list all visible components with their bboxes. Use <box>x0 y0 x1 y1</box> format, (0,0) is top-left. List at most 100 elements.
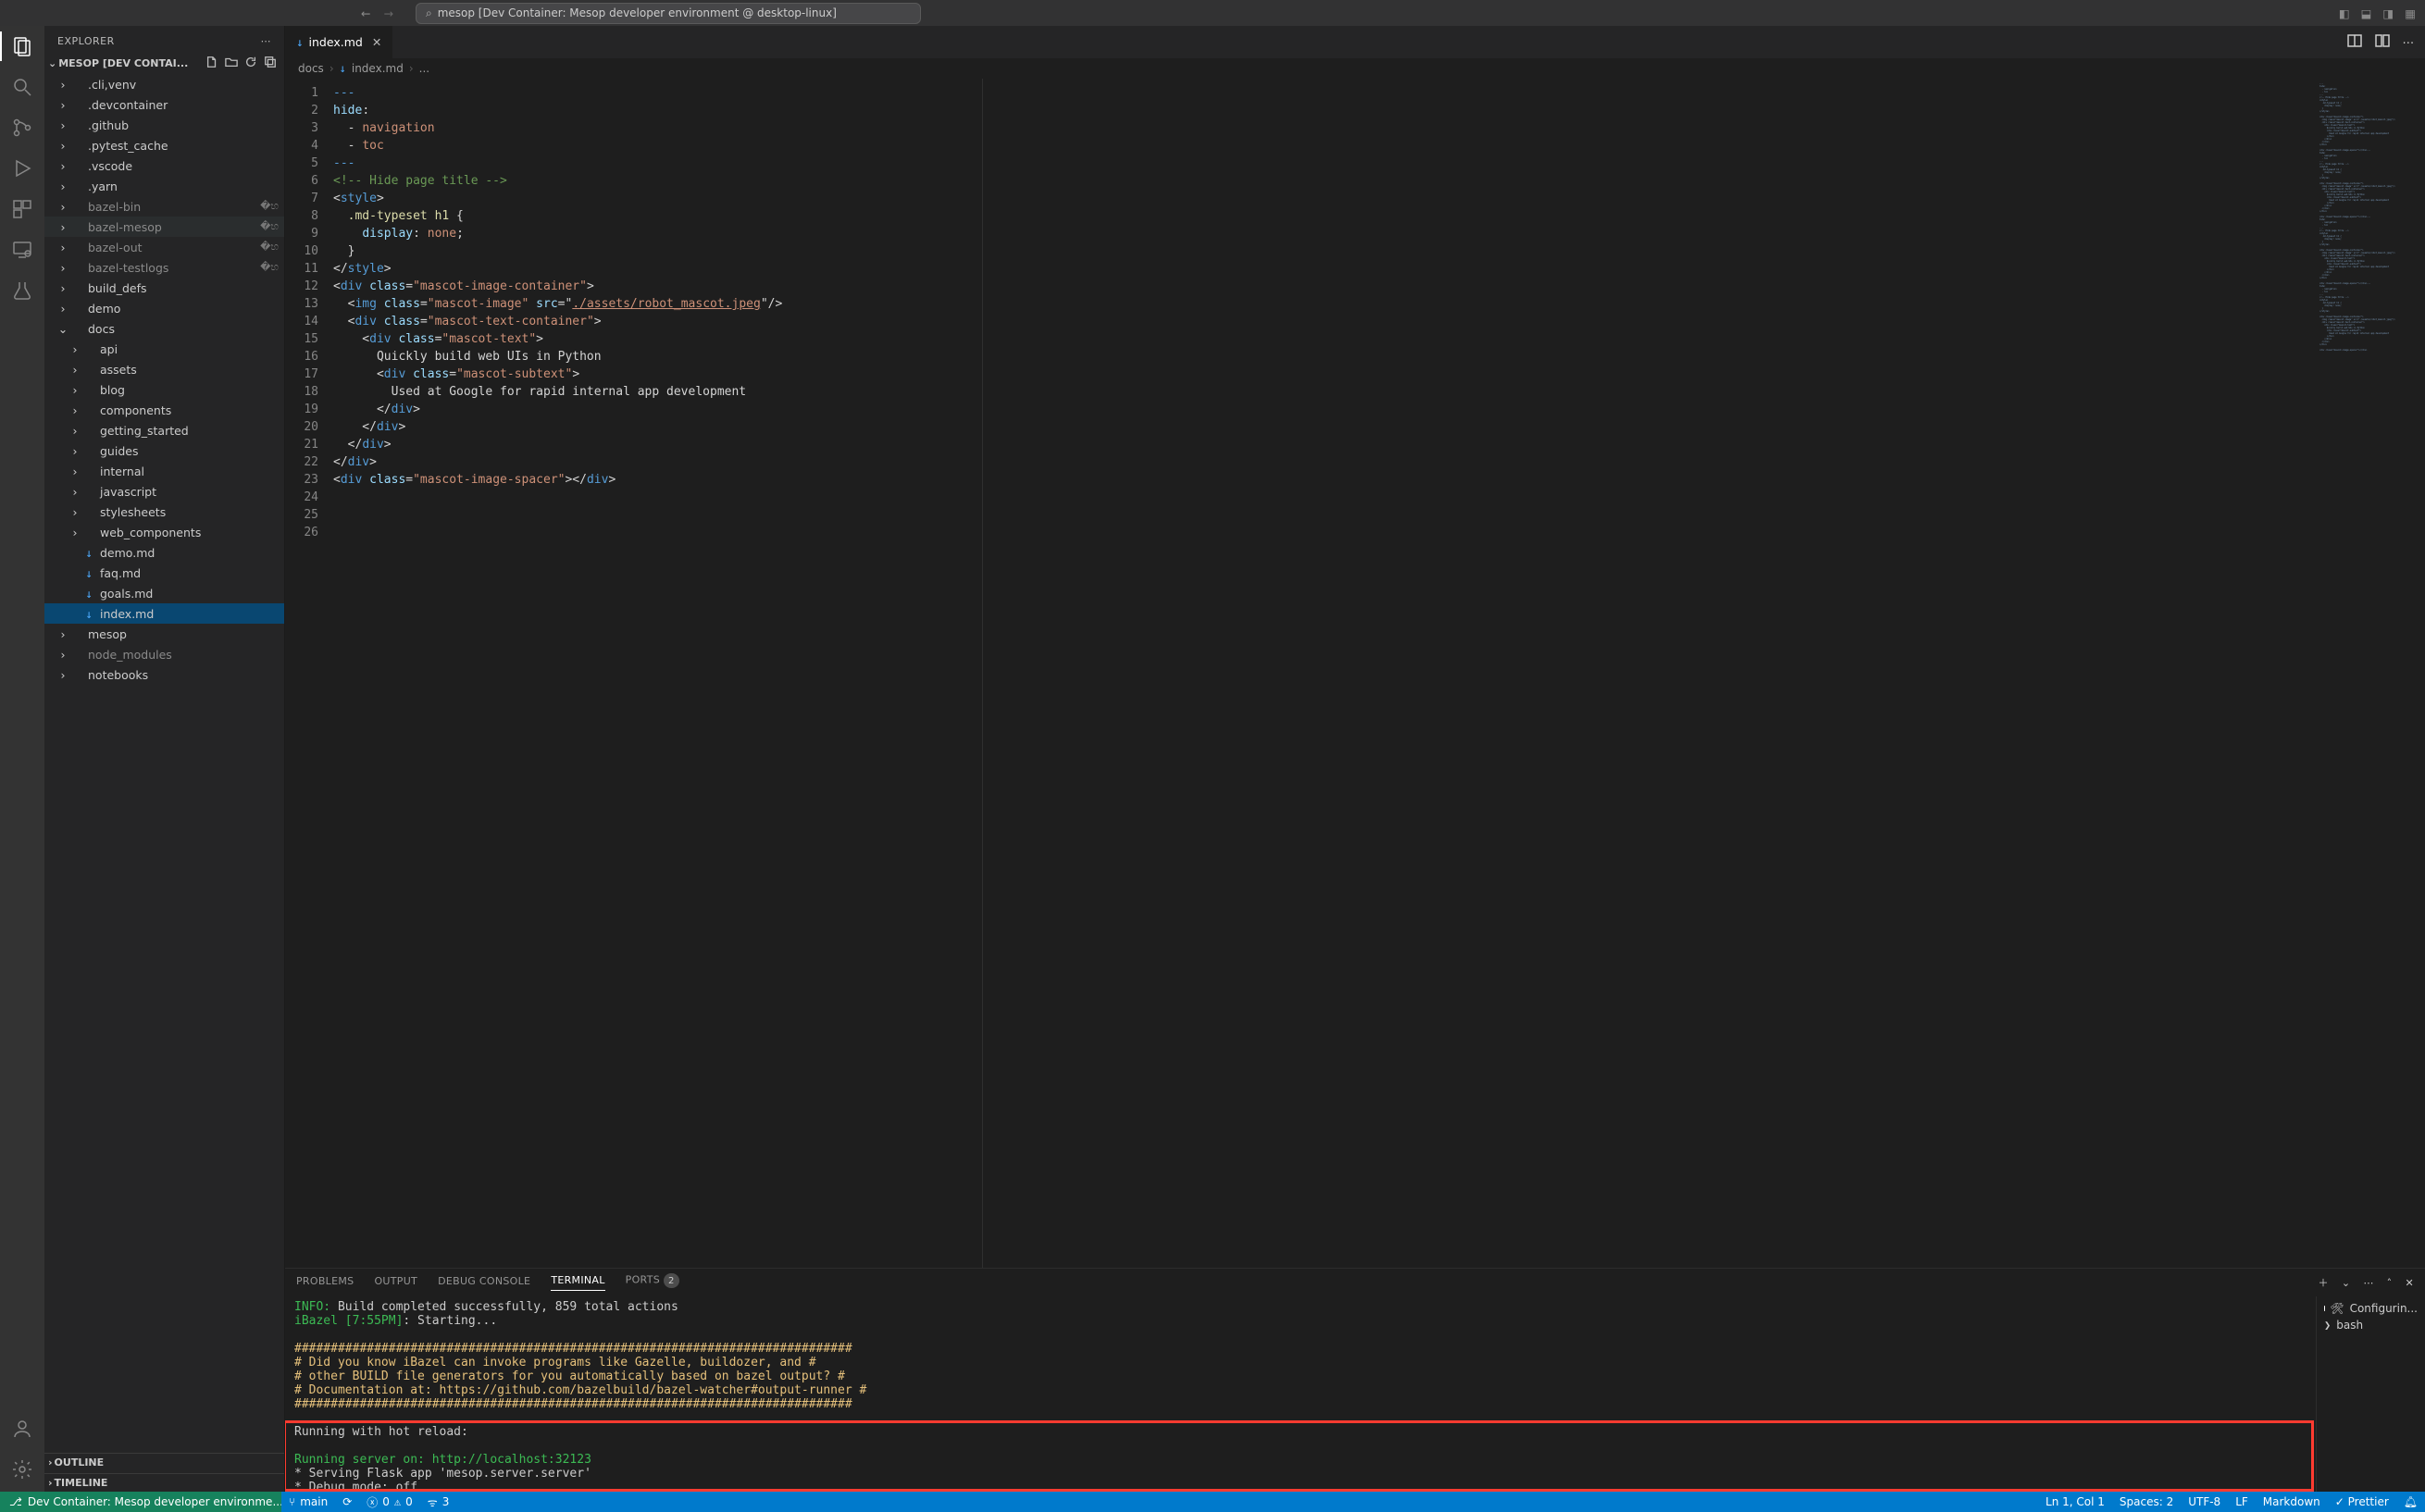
highlight-annotation <box>285 1420 2314 1492</box>
folder-blog[interactable]: ›blog <box>44 379 284 400</box>
editor-more-icon[interactable]: ⋯ <box>2403 35 2415 49</box>
explorer-more-icon[interactable]: ⋯ <box>261 35 272 47</box>
folder--vscode[interactable]: ›.vscode <box>44 155 284 176</box>
sync-indicator[interactable]: ⟳ <box>335 1495 359 1508</box>
folder-mesop[interactable]: ›mesop <box>44 624 284 644</box>
file-demo-md[interactable]: ↓demo.md <box>44 542 284 563</box>
scm-icon[interactable] <box>11 117 33 139</box>
folder-bazel-bin[interactable]: ›bazel-bin�භ <box>44 196 284 217</box>
folder-javascript[interactable]: ›javascript <box>44 481 284 502</box>
folder--devcontainer[interactable]: ›.devcontainer <box>44 94 284 115</box>
remote-icon: ⎇ <box>9 1495 22 1508</box>
nav-forward-icon[interactable]: → <box>383 6 392 20</box>
file-faq-md[interactable]: ↓faq.md <box>44 563 284 583</box>
file-tree[interactable]: ›.cli,venv›.devcontainer›.github›.pytest… <box>44 74 284 1451</box>
tab-index-md[interactable]: ↓ index.md ✕ <box>285 26 393 58</box>
status-item[interactable]: ✓ Prettier <box>2328 1495 2396 1508</box>
panel-tab-problems[interactable]: PROBLEMS <box>296 1275 354 1291</box>
panel-more-icon[interactable]: ⋯ <box>2363 1277 2373 1289</box>
folder--cli-venv[interactable]: ›.cli,venv <box>44 74 284 94</box>
problems-indicator[interactable]: ⓧ 0 ⚠ 0 <box>359 1494 420 1510</box>
close-tab-icon[interactable]: ✕ <box>372 35 381 49</box>
folder-bazel-testlogs[interactable]: ›bazel-testlogs�භ <box>44 257 284 278</box>
remote-explorer-icon[interactable] <box>11 239 33 261</box>
testing-icon[interactable] <box>11 279 33 302</box>
status-item[interactable]: UTF-8 <box>2181 1495 2228 1508</box>
folder-guides[interactable]: ›guides <box>44 440 284 461</box>
breadcrumb[interactable]: docs › ↓ index.md › ... <box>285 58 2425 79</box>
folder-api[interactable]: ›api <box>44 339 284 359</box>
new-terminal-icon[interactable]: ＋ <box>2319 1275 2329 1290</box>
panel-tab-ports[interactable]: PORTS2 <box>626 1273 679 1292</box>
outline-section[interactable]: › OUTLINE <box>44 1453 284 1471</box>
branch-indicator[interactable]: ⑂ main <box>281 1495 335 1508</box>
split-editor-icon[interactable] <box>2375 33 2390 51</box>
new-folder-icon[interactable] <box>225 56 238 71</box>
layout-customize-icon[interactable]: ▦ <box>2405 6 2416 20</box>
panel-tab-debug-console[interactable]: DEBUG CONSOLE <box>438 1275 530 1291</box>
minimap[interactable]: --- hide: - navigation - toc --- <!-- Hi… <box>2314 79 2425 1268</box>
terminal-dropdown-icon[interactable]: ⌄ <box>2342 1277 2351 1289</box>
folder-web-components[interactable]: ›web_components <box>44 522 284 542</box>
search-icon: ⌕ <box>426 6 432 20</box>
title-bar: ← → ⌕ mesop [Dev Container: Mesop develo… <box>0 0 2425 26</box>
status-item[interactable]: Markdown <box>2256 1495 2328 1508</box>
search-activity-icon[interactable] <box>11 76 33 98</box>
sync-icon: ⟳ <box>342 1495 352 1508</box>
folder-components[interactable]: ›components <box>44 400 284 420</box>
command-center-text: mesop [Dev Container: Mesop developer en… <box>438 6 837 19</box>
new-file-icon[interactable] <box>205 56 218 71</box>
status-item[interactable]: Spaces: 2 <box>2112 1495 2181 1508</box>
status-item[interactable]: Ln 1, Col 1 <box>2038 1495 2112 1508</box>
status-item[interactable]: LF <box>2228 1495 2256 1508</box>
folder--github[interactable]: ›.github <box>44 115 284 135</box>
markdown-file-icon: ↓ <box>296 35 304 49</box>
folder-build-defs[interactable]: ›build_defs <box>44 278 284 298</box>
folder-getting-started[interactable]: ›getting_started <box>44 420 284 440</box>
panel-close-icon[interactable]: ✕ <box>2405 1277 2414 1289</box>
panel-tab-output[interactable]: OUTPUT <box>374 1275 417 1291</box>
command-center[interactable]: ⌕ mesop [Dev Container: Mesop developer … <box>416 3 921 24</box>
layout-secondary-icon[interactable]: ◨ <box>2382 6 2394 20</box>
editor[interactable]: 1234567891011121314151617181920212223242… <box>285 79 2425 1268</box>
folder--yarn[interactable]: ›.yarn <box>44 176 284 196</box>
settings-gear-icon[interactable] <box>11 1458 33 1481</box>
folder-notebooks[interactable]: ›notebooks <box>44 664 284 685</box>
remote-indicator[interactable]: ⎇ Dev Container: Mesop developer environ… <box>0 1492 281 1512</box>
terminal-list: 🛠Configurin...❯bash <box>2316 1296 2425 1492</box>
terminal-list-item[interactable]: 🛠Configurin... <box>2322 1300 2419 1317</box>
folder-internal[interactable]: ›internal <box>44 461 284 481</box>
panel-maximize-icon[interactable]: ˄ <box>2387 1277 2393 1289</box>
timeline-section[interactable]: › TIMELINE <box>44 1473 284 1492</box>
folder-assets[interactable]: ›assets <box>44 359 284 379</box>
file-goals-md[interactable]: ↓goals.md <box>44 583 284 603</box>
run-debug-icon[interactable] <box>11 157 33 180</box>
code-area[interactable]: ---hide: - navigation - toc---<!-- Hide … <box>326 79 782 1268</box>
explorer-icon[interactable] <box>11 35 33 57</box>
notifications-icon[interactable]: 🔔︎ <box>2396 1495 2425 1508</box>
accounts-icon[interactable] <box>11 1418 33 1440</box>
workspace-header[interactable]: ⌄ MESOP [DEV CONTAI... <box>44 53 284 74</box>
folder-docs[interactable]: ⌄docs <box>44 318 284 339</box>
ports-indicator[interactable]: ᯤ 3 <box>420 1494 457 1510</box>
panel-tab-terminal[interactable]: TERMINAL <box>551 1274 604 1291</box>
nav-back-icon[interactable]: ← <box>361 6 370 20</box>
editor-tabs: ↓ index.md ✕ ⋯ <box>285 26 2425 58</box>
layout-panel-icon[interactable]: ⬓ <box>2361 6 2372 20</box>
terminal-list-item[interactable]: ❯bash <box>2322 1317 2419 1333</box>
split-preview-icon[interactable] <box>2347 33 2362 51</box>
refresh-icon[interactable] <box>244 56 257 71</box>
activity-bar <box>0 26 44 1492</box>
folder-node-modules[interactable]: ›node_modules <box>44 644 284 664</box>
file-index-md[interactable]: ↓index.md <box>44 603 284 624</box>
layout-primary-icon[interactable]: ◧ <box>2339 6 2350 20</box>
folder-bazel-out[interactable]: ›bazel-out�භ <box>44 237 284 257</box>
collapse-all-icon[interactable] <box>264 56 277 71</box>
folder-demo[interactable]: ›demo <box>44 298 284 318</box>
terminal[interactable]: INFO: Build completed successfully, 859 … <box>285 1296 2316 1492</box>
chevron-right-icon: › <box>48 1456 53 1469</box>
folder--pytest-cache[interactable]: ›.pytest_cache <box>44 135 284 155</box>
folder-bazel-mesop[interactable]: ›bazel-mesop�භ <box>44 217 284 237</box>
extensions-icon[interactable] <box>11 198 33 220</box>
folder-stylesheets[interactable]: ›stylesheets <box>44 502 284 522</box>
